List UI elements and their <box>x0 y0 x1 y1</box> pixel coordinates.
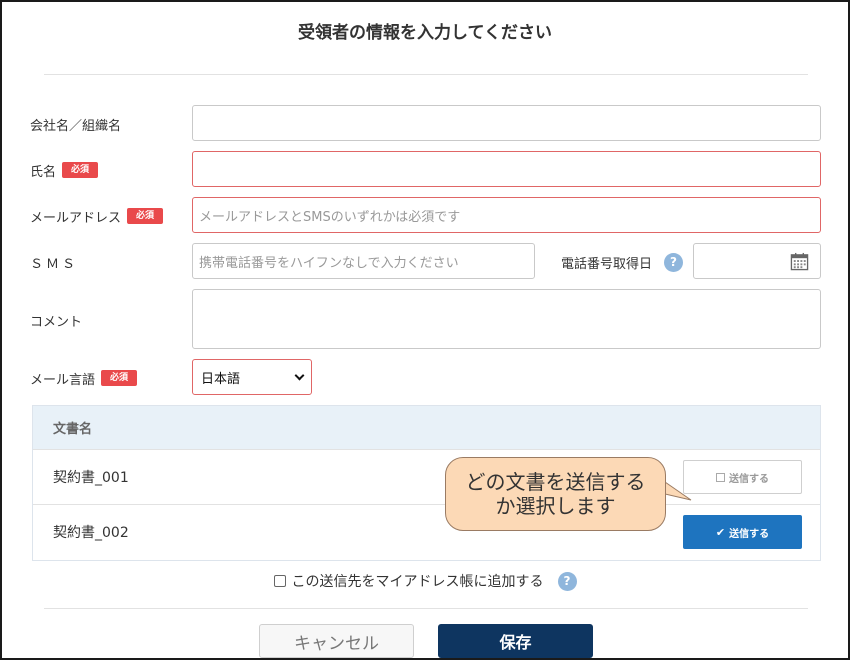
send-toggle-button[interactable]: 送信する <box>683 460 802 494</box>
dialog-title: 受領者の情報を入力してください <box>298 23 552 43</box>
checkmark-icon: ✔ <box>715 525 726 539</box>
address-book-option[interactable]: この送信先をマイアドレス帳に追加する ? <box>2 571 848 591</box>
divider <box>44 74 808 75</box>
cancel-button[interactable]: キャンセル <box>259 624 414 658</box>
help-icon[interactable]: ? <box>664 252 684 272</box>
mail-language-select[interactable]: 日本語 <box>192 359 312 395</box>
mail-language-label: メール言語 必須 <box>30 368 138 388</box>
name-input[interactable] <box>192 151 821 187</box>
required-badge: 必須 <box>62 162 99 178</box>
address-book-checkbox[interactable] <box>273 575 286 587</box>
comment-textarea[interactable] <box>192 289 821 349</box>
table-header: 文書名 <box>33 406 820 449</box>
send-toggle-label: 送信する <box>729 473 769 485</box>
help-icon[interactable]: ? <box>557 571 577 591</box>
phone-date-label: 電話番号取得日 ? <box>561 252 684 272</box>
mail-language-label-text: メール言語 <box>30 372 96 388</box>
company-label-text: 会社名／組織名 <box>30 118 122 134</box>
email-placeholder: メールアドレスとSMSのいずれかは必須です <box>199 209 461 225</box>
name-label-text: 氏名 <box>30 164 57 180</box>
sms-label-text: ＳＭＳ <box>30 256 79 272</box>
company-label: 会社名／組織名 <box>30 114 121 134</box>
document-name: 契約書_001 <box>53 470 129 486</box>
required-badge: 必須 <box>101 370 138 386</box>
recipient-dialog: 受領者の情報を入力してください 会社名／組織名 氏名 必須 メールアドレス 必須… <box>0 0 850 660</box>
phone-date-label-text: 電話番号取得日 <box>561 256 653 272</box>
phone-date-input[interactable] <box>693 243 821 279</box>
documents-table: 文書名 契約書_001 送信する 契約書_002 ✔ 送信する <box>32 405 821 561</box>
email-label: メールアドレス 必須 <box>30 206 164 226</box>
sms-label: ＳＭＳ <box>30 252 78 272</box>
document-name: 契約書_002 <box>53 525 129 541</box>
email-label-text: メールアドレス <box>30 210 122 226</box>
sms-input[interactable]: 携帯電話番号をハイフンなしで入力ください <box>192 243 535 279</box>
document-name-column-header: 文書名 <box>53 422 93 437</box>
company-input[interactable] <box>192 105 821 141</box>
chevron-down-icon <box>294 370 305 380</box>
name-label: 氏名 必須 <box>30 160 99 180</box>
divider <box>44 608 808 609</box>
required-badge: 必須 <box>127 208 164 224</box>
comment-label-text: コメント <box>30 314 83 330</box>
send-toggle-button[interactable]: ✔ 送信する <box>683 515 802 549</box>
email-input[interactable]: メールアドレスとSMSのいずれかは必須です <box>192 197 821 233</box>
comment-label: コメント <box>30 310 82 330</box>
table-row: 契約書_001 送信する <box>33 449 820 504</box>
save-button[interactable]: 保存 <box>438 624 593 658</box>
send-toggle-label: 送信する <box>729 528 770 540</box>
checkbox-icon <box>716 472 725 482</box>
mail-language-value: 日本語 <box>201 371 241 387</box>
address-book-label: この送信先をマイアドレス帳に追加する <box>291 574 544 590</box>
sms-placeholder: 携帯電話番号をハイフンなしで入力ください <box>199 255 459 271</box>
table-row: 契約書_002 ✔ 送信する <box>33 504 820 559</box>
callout-note: どの文書を送信するか選択します <box>445 457 666 531</box>
calendar-icon[interactable] <box>790 252 809 271</box>
callout-text: どの文書を送信するか選択します <box>465 470 646 518</box>
